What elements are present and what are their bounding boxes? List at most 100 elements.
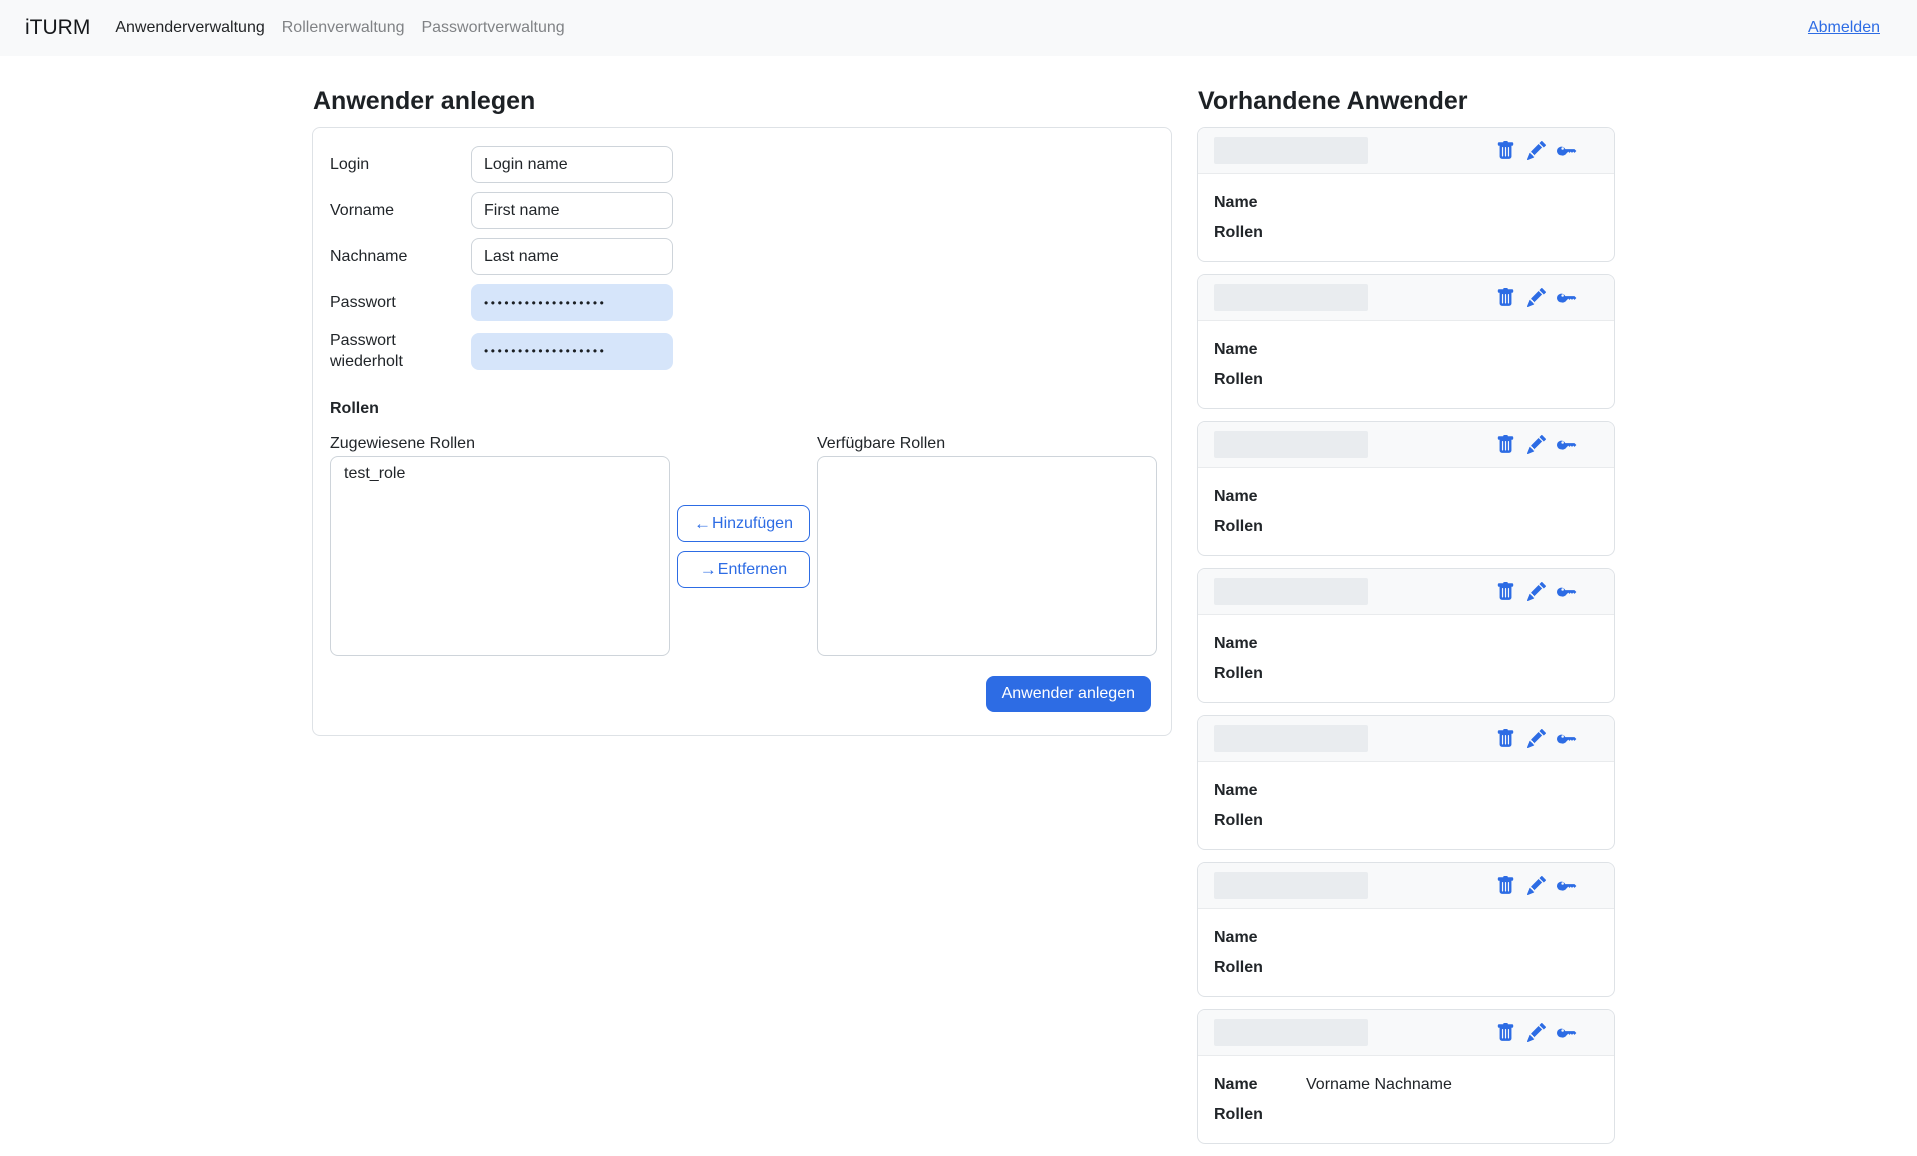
user-card-body: Name Rollen	[1198, 615, 1614, 702]
user-login-skeleton	[1214, 137, 1368, 164]
remove-role-label: Entfernen	[718, 561, 787, 579]
roles-label: Rollen	[1214, 1103, 1306, 1127]
edit-user-button[interactable]	[1525, 729, 1547, 749]
change-password-button[interactable]	[1556, 876, 1578, 896]
name-label: Name	[1214, 632, 1306, 656]
pencil-icon	[1527, 141, 1546, 160]
user-roles-row: Rollen	[1214, 809, 1598, 833]
user-card: Name Rollen	[1197, 127, 1615, 262]
delete-user-button[interactable]	[1494, 1023, 1516, 1043]
add-role-button[interactable]: ← Hinzufügen	[677, 505, 810, 542]
trash-icon	[1496, 288, 1515, 307]
passwort-wiederholt-input[interactable]	[471, 333, 673, 370]
user-card-header	[1198, 863, 1614, 909]
top-navbar: iTURM Anwenderverwaltung Rollenverwaltun…	[0, 0, 1917, 56]
name-label: Name	[1214, 926, 1306, 950]
edit-user-button[interactable]	[1525, 582, 1547, 602]
nav-item-passwortverwaltung[interactable]: Passwortverwaltung	[421, 19, 564, 36]
arrow-left-icon: ←	[694, 515, 711, 532]
edit-user-button[interactable]	[1525, 876, 1547, 896]
delete-user-button[interactable]	[1494, 435, 1516, 455]
user-login-skeleton	[1214, 725, 1368, 752]
user-card-header	[1198, 128, 1614, 174]
user-card-body: Name Rollen	[1198, 762, 1614, 849]
delete-user-button[interactable]	[1494, 729, 1516, 749]
trash-icon	[1496, 729, 1515, 748]
delete-user-button[interactable]	[1494, 288, 1516, 308]
roles-label: Rollen	[1214, 956, 1306, 980]
page: { "navbar": { "brand": "iTURM", "items":…	[0, 0, 1917, 1079]
available-roles-listbox[interactable]	[817, 456, 1157, 656]
user-card: Name Rollen	[1197, 274, 1615, 409]
nachname-row: Nachname	[330, 238, 1151, 275]
logout-link[interactable]: Abmelden	[1808, 19, 1880, 37]
edit-user-button[interactable]	[1525, 435, 1547, 455]
trash-icon	[1496, 435, 1515, 454]
login-input[interactable]	[471, 146, 673, 183]
nachname-input[interactable]	[471, 238, 673, 275]
edit-user-button[interactable]	[1525, 1023, 1547, 1043]
nav-item-anwenderverwaltung[interactable]: Anwenderverwaltung	[115, 19, 264, 36]
passwort-row: Passwort	[330, 284, 1151, 321]
roles-transfer-widget: Zugewiesene Rollen test_role ← Hinzufüge…	[330, 432, 1151, 656]
roles-label: Rollen	[1214, 809, 1306, 833]
name-label: Name	[1214, 779, 1306, 803]
vorname-row: Vorname	[330, 192, 1151, 229]
key-icon	[1556, 288, 1578, 308]
nachname-label: Nachname	[330, 246, 471, 267]
passwort-label: Passwort	[330, 292, 471, 313]
edit-user-button[interactable]	[1525, 141, 1547, 161]
user-name-row: Name	[1214, 338, 1598, 362]
user-login-skeleton	[1214, 578, 1368, 605]
name-label: Name	[1214, 191, 1306, 215]
assigned-roles-listbox[interactable]: test_role	[330, 456, 670, 656]
user-card-actions	[1494, 288, 1578, 308]
change-password-button[interactable]	[1556, 729, 1578, 749]
user-login-skeleton	[1214, 872, 1368, 899]
change-password-button[interactable]	[1556, 141, 1578, 161]
pencil-icon	[1527, 435, 1546, 454]
create-user-submit-button[interactable]: Anwender anlegen	[986, 676, 1151, 712]
change-password-button[interactable]	[1556, 1023, 1578, 1043]
pencil-icon	[1527, 1023, 1546, 1042]
change-password-button[interactable]	[1556, 288, 1578, 308]
delete-user-button[interactable]	[1494, 876, 1516, 896]
main-content: Anwender anlegen Login Vorname Nachname …	[0, 56, 1917, 1156]
remove-role-button[interactable]: → Entfernen	[677, 551, 810, 588]
roles-transfer-buttons: ← Hinzufügen → Entfernen	[677, 432, 810, 656]
key-icon	[1556, 876, 1578, 896]
user-card-actions	[1494, 729, 1578, 749]
user-roles-row: Rollen	[1214, 1103, 1598, 1127]
role-item-test-role[interactable]: test_role	[331, 464, 669, 484]
user-login-skeleton	[1214, 1019, 1368, 1046]
name-label: Name	[1214, 485, 1306, 509]
trash-icon	[1496, 1023, 1515, 1042]
create-user-section: Anwender anlegen Login Vorname Nachname …	[312, 86, 1172, 736]
login-row: Login	[330, 146, 1151, 183]
available-roles-label: Verfügbare Rollen	[817, 432, 1157, 456]
delete-user-button[interactable]	[1494, 141, 1516, 161]
edit-user-button[interactable]	[1525, 288, 1547, 308]
delete-user-button[interactable]	[1494, 582, 1516, 602]
passwort-wiederholt-label: Passwort wiederholt	[330, 330, 471, 372]
user-card-body: Name Rollen	[1198, 321, 1614, 408]
user-name-row: Name	[1214, 632, 1598, 656]
roles-label: Rollen	[1214, 221, 1306, 245]
change-password-button[interactable]	[1556, 582, 1578, 602]
change-password-button[interactable]	[1556, 435, 1578, 455]
assigned-roles-column: Zugewiesene Rollen test_role	[330, 432, 670, 656]
user-roles-row: Rollen	[1214, 662, 1598, 686]
nav-item-rollenverwaltung[interactable]: Rollenverwaltung	[282, 19, 405, 36]
user-name-row: Name	[1214, 926, 1598, 950]
key-icon	[1556, 1023, 1578, 1043]
key-icon	[1556, 582, 1578, 602]
user-card: Name Rollen	[1197, 862, 1615, 997]
name-value: Vorname Nachname	[1306, 1073, 1452, 1097]
pencil-icon	[1527, 729, 1546, 748]
vorname-input[interactable]	[471, 192, 673, 229]
user-card-header	[1198, 275, 1614, 321]
roles-label: Rollen	[1214, 515, 1306, 539]
key-icon	[1556, 141, 1578, 161]
roles-label: Rollen	[1214, 662, 1306, 686]
passwort-input[interactable]	[471, 284, 673, 321]
